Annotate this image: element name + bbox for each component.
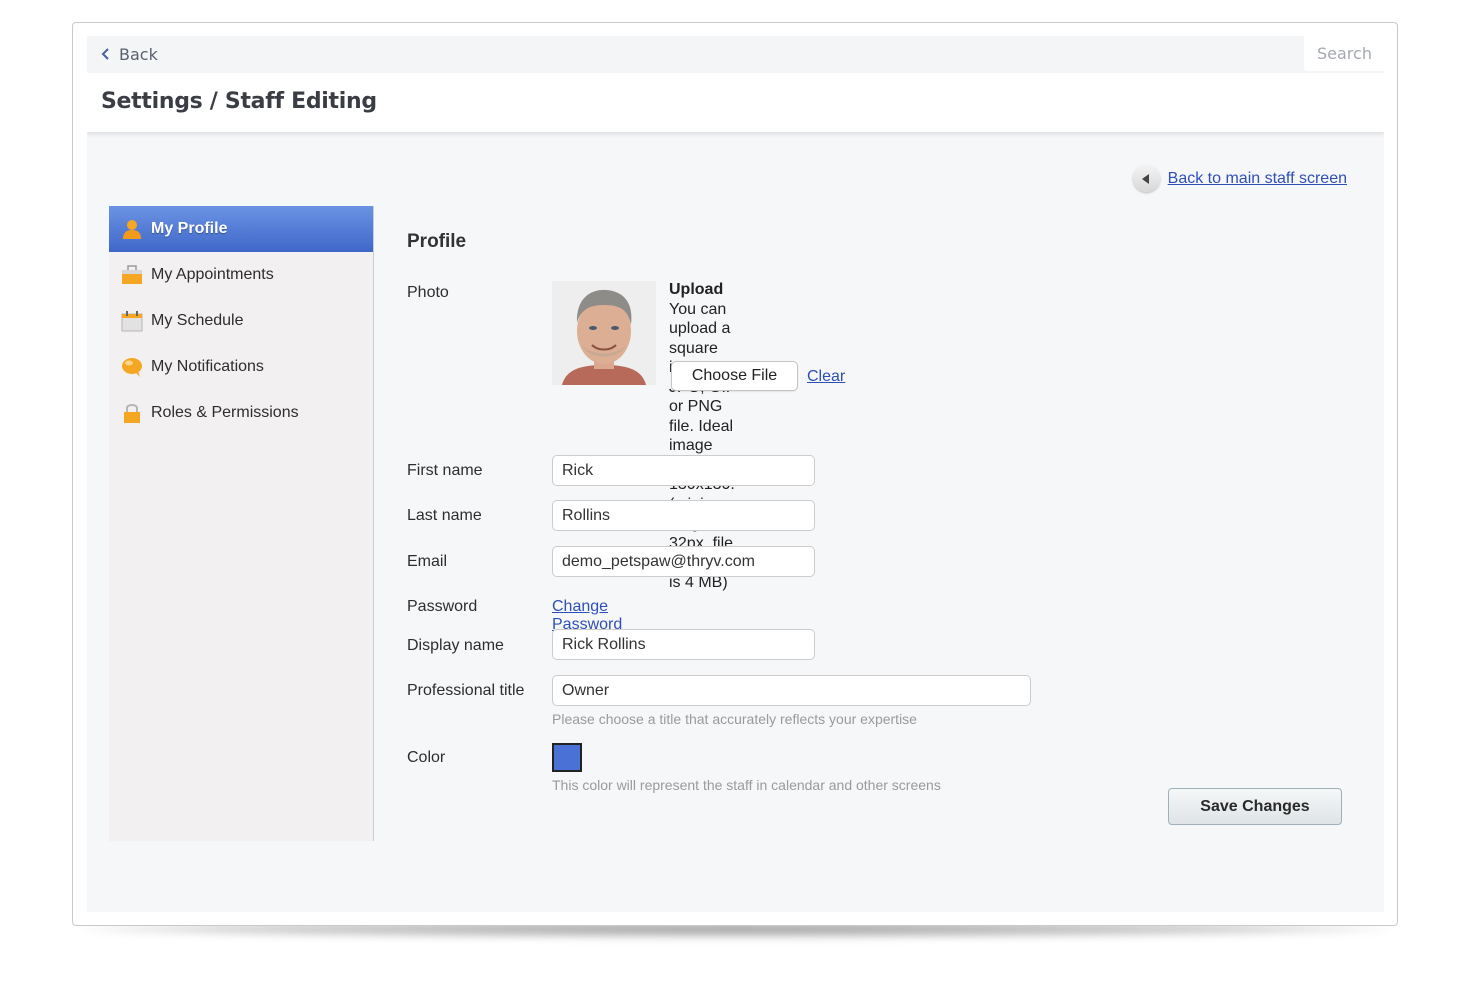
professional-title-hint: Please choose a title that accurately re…: [552, 711, 917, 727]
photo-label: Photo: [407, 284, 449, 301]
sidebar-item-my-notifications[interactable]: My Notifications: [109, 344, 373, 390]
save-changes-button[interactable]: Save Changes: [1168, 788, 1342, 825]
clear-photo-link[interactable]: Clear: [807, 368, 845, 386]
back-button[interactable]: Back: [99, 42, 158, 66]
display-name-input[interactable]: [552, 629, 815, 660]
professional-title-label: Professional title: [407, 682, 525, 699]
profile-photo-image: [552, 281, 656, 385]
sidebar-item-label: My Appointments: [151, 266, 274, 283]
first-name-input[interactable]: [552, 455, 815, 486]
lock-icon: [124, 404, 140, 423]
sidebar-item-my-appointments[interactable]: My Appointments: [109, 252, 373, 298]
sidebar-item-my-schedule[interactable]: My Schedule: [109, 298, 373, 344]
sidebar-item-label: My Schedule: [151, 312, 244, 329]
display-name-label: Display name: [407, 637, 504, 654]
sidebar-item-my-profile[interactable]: My Profile: [109, 206, 373, 252]
sidebar-item-label: My Notifications: [151, 358, 264, 375]
search-input[interactable]: [1304, 36, 1384, 71]
app-window: Back Settings / Staff Editing Back to ma…: [87, 36, 1384, 912]
user-icon: [123, 220, 141, 239]
color-hint: This color will represent the staff in c…: [552, 777, 941, 793]
back-label: Back: [119, 44, 158, 64]
email-input[interactable]: [552, 546, 815, 577]
sidebar: My Profile My Appointments My Schedule M…: [109, 206, 374, 841]
password-label: Password: [407, 598, 478, 615]
top-bar: Back: [87, 36, 1384, 73]
back-to-main-staff-link[interactable]: Back to main staff screen: [1132, 165, 1347, 192]
last-name-input[interactable]: [552, 500, 815, 531]
last-name-label: Last name: [407, 507, 482, 524]
professional-title-input[interactable]: [552, 675, 1031, 706]
color-swatch[interactable]: [552, 743, 582, 772]
email-label: Email: [407, 553, 448, 570]
briefcase-icon: [122, 265, 142, 284]
sidebar-item-label: My Profile: [151, 220, 228, 237]
choose-file-button[interactable]: Choose File: [671, 361, 798, 391]
calendar-icon: [121, 311, 143, 332]
first-name-label: First name: [407, 462, 483, 479]
title-bar: Settings / Staff Editing: [87, 73, 1384, 133]
sidebar-item-label: Roles & Permissions: [151, 404, 299, 421]
sidebar-item-roles-permissions[interactable]: Roles & Permissions: [109, 390, 373, 436]
back-arrow-icon: [1132, 165, 1160, 192]
profile-photo: [552, 281, 656, 385]
color-label: Color: [407, 749, 446, 766]
section-title: Profile: [407, 231, 467, 252]
back-to-main-label: Back to main staff screen: [1167, 169, 1347, 187]
chevron-left-icon: [101, 48, 109, 60]
page-title: Settings / Staff Editing: [101, 89, 377, 114]
upload-title: Upload: [669, 281, 724, 298]
chat-bubble-icon: [122, 358, 142, 377]
